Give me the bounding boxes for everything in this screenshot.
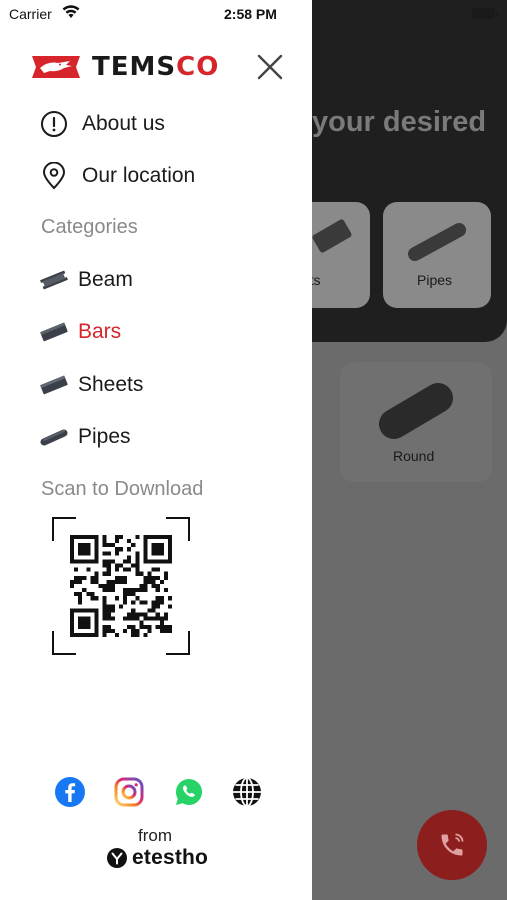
qr-code-image <box>70 535 172 637</box>
whatsapp-icon[interactable] <box>173 776 205 808</box>
menu-item-label: Our location <box>82 164 196 187</box>
round-bar-icon <box>379 383 453 439</box>
brand-name-part1: TEMS <box>92 52 177 82</box>
footer-from-label: from <box>138 826 172 845</box>
background-card-round: Round <box>340 362 492 482</box>
category-item-sheets[interactable]: Sheets <box>40 368 143 402</box>
background-card-pipes: Pipes <box>383 202 491 308</box>
menu-item-our-location[interactable]: Our location <box>40 159 195 193</box>
download-qr-code <box>52 517 190 655</box>
category-label: Pipes <box>78 425 131 448</box>
brand-name-part2: CO <box>176 52 220 82</box>
category-label: Beam <box>78 268 133 291</box>
location-pin-icon <box>42 162 66 190</box>
category-label: Sheets <box>78 373 144 396</box>
category-item-pipes[interactable]: Pipes <box>40 420 131 454</box>
footer-maker-brand: etestho <box>106 846 208 870</box>
phone-call-icon <box>441 833 464 856</box>
categories-heading: Categories <box>41 216 138 238</box>
facebook-icon[interactable] <box>54 776 86 808</box>
category-label: Bars <box>78 320 122 343</box>
battery-icon <box>472 8 498 19</box>
category-item-beam[interactable]: Beam <box>40 263 133 297</box>
pipe-icon <box>40 429 68 446</box>
instagram-icon[interactable] <box>113 776 145 808</box>
close-icon[interactable] <box>256 53 284 81</box>
beam-icon <box>40 270 68 290</box>
sheet-icon <box>40 375 68 395</box>
brand-name: TEMSCO <box>92 52 219 82</box>
menu-item-label: About us <box>82 112 165 135</box>
background-card-label: Round <box>393 448 435 464</box>
background-title: your desired <box>312 106 487 138</box>
footer-maker-name: etestho <box>132 846 209 869</box>
clock: 2:58 PM <box>224 6 277 22</box>
etestho-logo-icon <box>107 848 127 868</box>
side-drawer: TEMSCO About us Our location Categories <box>0 0 312 900</box>
globe-icon[interactable] <box>231 776 263 808</box>
scan-to-download-heading: Scan to Download <box>41 478 204 500</box>
bar-icon <box>40 322 68 342</box>
menu-item-about-us[interactable]: About us <box>40 107 165 141</box>
status-bar: Carrier 2:58 PM <box>0 0 507 28</box>
brand-logo: TEMSCO <box>30 52 219 82</box>
pipe-icon <box>408 223 466 261</box>
call-button <box>417 810 487 880</box>
category-item-bars[interactable]: Bars <box>40 315 121 349</box>
wifi-icon <box>62 5 80 18</box>
background-card-label: Pipes <box>417 272 453 288</box>
temsco-crocodile-logo <box>32 56 80 78</box>
carrier-label: Carrier <box>9 6 52 22</box>
info-circle-icon <box>41 111 67 137</box>
